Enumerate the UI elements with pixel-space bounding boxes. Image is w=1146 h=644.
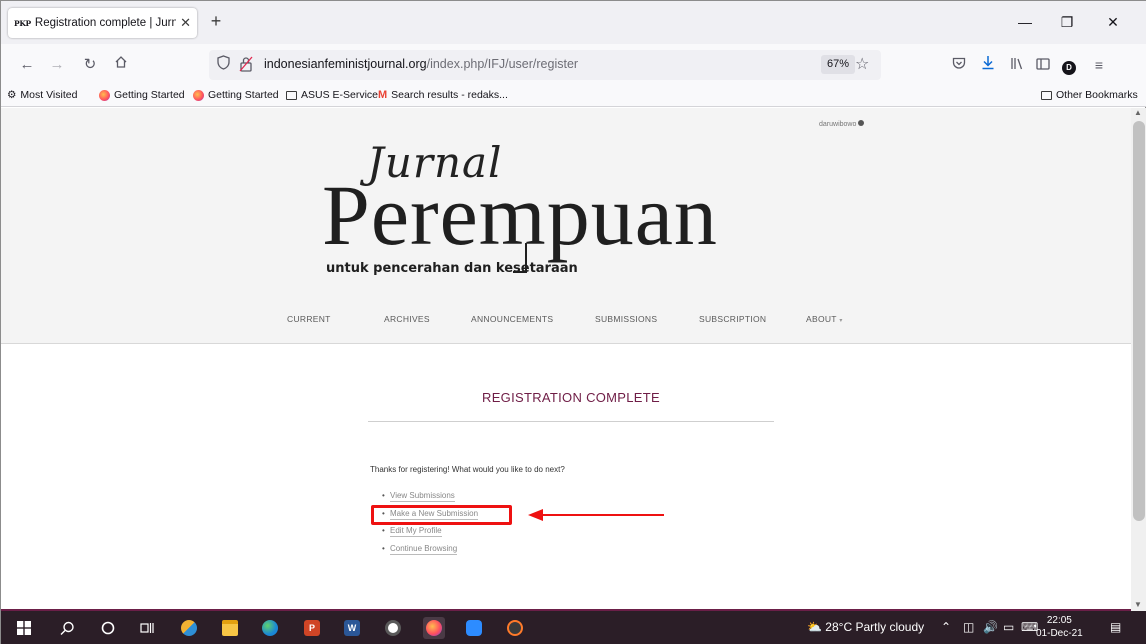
- cortana-icon[interactable]: [97, 617, 119, 639]
- forward-arrow-icon[interactable]: →: [45, 53, 69, 77]
- bookmark-getting-started-2[interactable]: Getting Started: [193, 89, 279, 101]
- other-bookmarks[interactable]: Other Bookmarks: [1041, 89, 1138, 101]
- url-path: /index.php/IFJ/user/register: [426, 57, 579, 71]
- nav-submissions[interactable]: SUBMISSIONS: [595, 314, 657, 324]
- logo-tagline: untuk pencerahan dan kesetaraan: [326, 261, 578, 276]
- bookmark-getting-started-1[interactable]: Getting Started: [99, 89, 185, 101]
- search-icon[interactable]: [56, 617, 78, 639]
- windows-start-icon[interactable]: [13, 617, 35, 639]
- title-divider: [368, 421, 774, 422]
- camera-app-icon[interactable]: [504, 617, 526, 639]
- bookmark-star-icon[interactable]: ☆: [855, 54, 869, 74]
- gear-icon: ⚙: [7, 89, 17, 101]
- scroll-up-icon[interactable]: ▲: [1134, 108, 1142, 117]
- chevron-down-icon: ▾: [839, 318, 843, 324]
- scroll-thumb[interactable]: [1133, 121, 1145, 521]
- show-hidden-icons-icon[interactable]: ⌃: [941, 620, 951, 634]
- window-close-button[interactable]: ✕: [1093, 11, 1133, 35]
- volume-icon[interactable]: 🔊: [983, 620, 998, 634]
- tracking-shield-icon[interactable]: [217, 55, 230, 74]
- nav-current[interactable]: CURRENT: [287, 314, 331, 324]
- page-content: daruwibowo Jurnal Perempuan untuk pencer…: [1, 108, 1131, 611]
- site-header: daruwibowo Jurnal Perempuan untuk pencer…: [1, 108, 1131, 344]
- page-scrollbar[interactable]: ▲ ▼: [1131, 108, 1146, 611]
- zoom-level-button[interactable]: 67%: [821, 55, 856, 74]
- edge-browser-icon[interactable]: [259, 617, 281, 639]
- page-title: REGISTRATION COMPLETE: [482, 390, 660, 405]
- hamburger-menu-icon[interactable]: ≡: [1087, 53, 1111, 77]
- nav-about[interactable]: ABOUT ▾: [806, 314, 843, 324]
- url-domain: indonesianfeministjournal.org: [264, 57, 427, 71]
- bookmark-most-visited[interactable]: ⚙ Most Visited: [7, 89, 77, 101]
- people-app-icon[interactable]: [178, 617, 200, 639]
- next-steps-list: View Submissions Make a New Submission E…: [382, 491, 479, 562]
- home-icon[interactable]: [109, 53, 133, 77]
- back-arrow-icon[interactable]: ←: [15, 53, 39, 77]
- scroll-down-icon[interactable]: ▼: [1134, 600, 1142, 609]
- minimize-button[interactable]: —: [1005, 11, 1045, 35]
- bookmark-asus-eservice[interactable]: ASUS E-Service: [286, 89, 378, 101]
- firefox-icon: [99, 89, 110, 101]
- folder-icon: [1041, 90, 1052, 100]
- restore-button[interactable]: ❐: [1047, 11, 1087, 35]
- library-icon[interactable]: [1005, 53, 1029, 77]
- windows-taskbar: P W ⛅ 28°C Partly cloudy ⌃ ◫ 🔊 ▭ ⌨ 22:05…: [1, 611, 1146, 644]
- clock[interactable]: 22:05 01-Dec-21: [1036, 614, 1083, 640]
- task-view-icon[interactable]: [136, 617, 158, 639]
- powerpoint-icon[interactable]: P: [301, 617, 323, 639]
- tab-strip: PKP Registration complete | Jurnal P ✕ +…: [1, 1, 1146, 44]
- pocket-icon[interactable]: [947, 53, 971, 77]
- new-tab-button[interactable]: +: [204, 10, 228, 34]
- gmail-icon: M: [378, 89, 388, 101]
- bookmarks-toolbar: ⚙ Most Visited Getting Started Getting St…: [1, 85, 1146, 107]
- reload-icon[interactable]: ↻: [78, 53, 102, 77]
- meet-now-icon[interactable]: ◫: [963, 620, 974, 634]
- thanks-message: Thanks for registering! What would you l…: [370, 465, 565, 474]
- lock-icon[interactable]: [239, 56, 253, 72]
- bookmark-search-results[interactable]: M Search results - redaks...: [378, 89, 508, 101]
- link-continue-browsing[interactable]: Continue Browsing: [382, 543, 478, 562]
- battery-icon[interactable]: ▭: [1003, 620, 1014, 634]
- browser-tab[interactable]: PKP Registration complete | Jurnal P ✕: [8, 8, 197, 38]
- zoom-meeting-icon[interactable]: [463, 617, 485, 639]
- annotation-highlight-box: [371, 505, 512, 525]
- close-icon[interactable]: ✕: [180, 15, 191, 31]
- url-bar[interactable]: indonesianfeministjournal.org/index.php/…: [209, 50, 881, 80]
- firefox-taskbar-icon[interactable]: [423, 617, 445, 639]
- notification-center-icon[interactable]: ▤: [1110, 620, 1121, 634]
- nav-subscription[interactable]: SUBSCRIPTION: [699, 314, 766, 324]
- clock-time: 22:05: [1046, 615, 1072, 626]
- downloads-icon[interactable]: [976, 53, 1000, 77]
- annotation-arrow-icon: [528, 509, 664, 521]
- file-explorer-icon[interactable]: [219, 617, 241, 639]
- tab-title: Registration complete | Jurnal P: [34, 17, 177, 29]
- clock-date: 01-Dec-21: [1036, 628, 1083, 639]
- folder-icon: [286, 90, 297, 100]
- weather-widget[interactable]: ⛅ 28°C Partly cloudy: [807, 620, 924, 634]
- link-edit-profile[interactable]: Edit My Profile: [382, 526, 478, 544]
- navigation-toolbar: ← → ↻ indonesianfeministjournal.org/inde…: [1, 44, 1146, 85]
- pkp-favicon-icon: PKP: [14, 18, 31, 28]
- notification-icon: [858, 120, 865, 126]
- nav-announcements[interactable]: ANNOUNCEMENTS: [471, 314, 553, 324]
- user-menu[interactable]: daruwibowo: [819, 120, 865, 128]
- nav-archives[interactable]: ARCHIVES: [384, 314, 430, 324]
- account-avatar-icon[interactable]: D: [1057, 53, 1081, 77]
- vpn-app-icon[interactable]: [382, 617, 404, 639]
- partly-cloudy-icon: ⛅: [807, 620, 822, 634]
- url-text[interactable]: indonesianfeministjournal.org/index.php/…: [264, 57, 578, 71]
- word-icon[interactable]: W: [341, 617, 363, 639]
- firefox-icon: [193, 89, 204, 101]
- sidebar-icon[interactable]: [1031, 53, 1055, 77]
- logo-bracket: [513, 243, 527, 273]
